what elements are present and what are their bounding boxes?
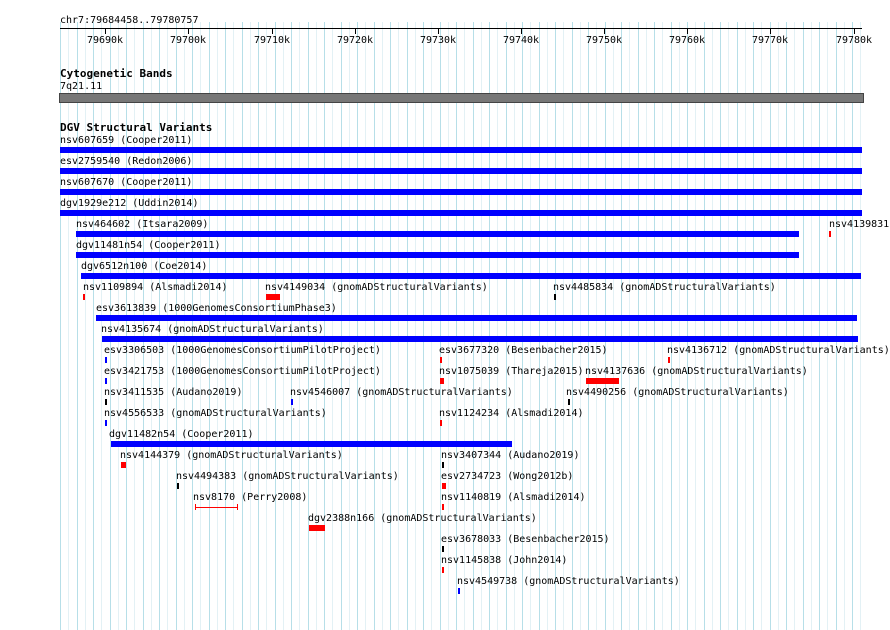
feature-glyph[interactable]	[266, 294, 280, 300]
feature-glyph[interactable]	[440, 378, 444, 384]
ruler-tick-mark	[272, 29, 273, 34]
feature-label[interactable]: nsv1075039 (Thareja2015)	[439, 366, 584, 377]
feature-glyph[interactable]	[81, 273, 861, 279]
feature-label[interactable]: nsv4549738 (gnomADStructuralVariants)	[457, 576, 680, 587]
feature-glyph[interactable]	[102, 336, 858, 342]
feature-label[interactable]: nsv4494383 (gnomADStructuralVariants)	[176, 471, 399, 482]
ruler-tick-mark	[687, 29, 688, 34]
feature-glyph[interactable]	[442, 504, 444, 510]
ruler-tick-label: 79720k	[336, 35, 374, 46]
feature-label[interactable]: nsv464602 (Itsara2009)	[76, 219, 208, 230]
feature-label[interactable]: nsv1140819 (Alsmadi2014)	[441, 492, 586, 503]
ruler-tick-label: 79750k	[585, 35, 623, 46]
ruler-tick-mark	[438, 29, 439, 34]
cytoband-track-title: Cytogenetic Bands	[60, 67, 173, 80]
feature-glyph[interactable]	[60, 168, 862, 174]
feature-glyph[interactable]	[105, 420, 107, 426]
feature-glyph[interactable]	[105, 378, 107, 384]
feature-glyph-cap	[195, 504, 196, 510]
feature-glyph-line	[195, 507, 238, 508]
feature-glyph[interactable]	[60, 210, 862, 216]
feature-glyph[interactable]	[668, 357, 670, 363]
feature-glyph[interactable]	[105, 399, 107, 405]
feature-label[interactable]: esv2734723 (Wong2012b)	[441, 471, 573, 482]
ruler-tick-label: 79710k	[253, 35, 291, 46]
ruler-tick-label: 79760k	[668, 35, 706, 46]
feature-glyph[interactable]	[442, 462, 444, 468]
feature-glyph[interactable]	[442, 546, 444, 552]
feature-glyph[interactable]	[111, 441, 512, 447]
feature-glyph[interactable]	[442, 483, 446, 489]
feature-label[interactable]: nsv4135674 (gnomADStructuralVariants)	[101, 324, 324, 335]
ruler-line	[60, 28, 862, 29]
ruler-tick-mark	[521, 29, 522, 34]
ruler-location: chr7:79684458..79780757	[60, 15, 199, 26]
feature-glyph[interactable]	[195, 504, 238, 510]
feature-label[interactable]: nsv1145838 (John2014)	[441, 555, 567, 566]
feature-glyph[interactable]	[554, 294, 556, 300]
feature-glyph[interactable]	[458, 588, 460, 594]
feature-label[interactable]: nsv3411535 (Audano2019)	[104, 387, 242, 398]
feature-label[interactable]: nsv4136712 (gnomADStructuralVariants)	[667, 345, 890, 356]
feature-glyph[interactable]	[76, 231, 799, 237]
ruler-tick-label: 79690k	[86, 35, 124, 46]
feature-label[interactable]: dgv11481n54 (Cooper2011)	[76, 240, 221, 251]
feature-label[interactable]: esv2759540 (Redon2006)	[60, 156, 192, 167]
feature-glyph[interactable]	[83, 294, 85, 300]
feature-label[interactable]: nsv1124234 (Alsmadi2014)	[439, 408, 584, 419]
feature-glyph[interactable]	[829, 231, 831, 237]
ruler-tick-label: 79740k	[502, 35, 540, 46]
feature-label[interactable]: dgv2388n166 (gnomADStructuralVariants)	[308, 513, 537, 524]
feature-glyph[interactable]	[121, 462, 126, 468]
feature-label[interactable]: esv3677320 (Besenbacher2015)	[439, 345, 608, 356]
ruler-tick-label: 79730k	[419, 35, 457, 46]
ruler-tick-label: 79700k	[169, 35, 207, 46]
feature-label[interactable]: nsv4556533 (gnomADStructuralVariants)	[104, 408, 327, 419]
feature-label[interactable]: nsv4139831	[829, 219, 889, 230]
ruler-tick-mark	[854, 29, 855, 34]
feature-label[interactable]: nsv4137636 (gnomADStructuralVariants)	[585, 366, 808, 377]
feature-glyph[interactable]	[60, 189, 862, 195]
feature-glyph[interactable]	[291, 399, 293, 405]
feature-glyph[interactable]	[440, 357, 442, 363]
feature-label[interactable]: esv3421753 (1000GenomesConsortiumPilotPr…	[104, 366, 381, 377]
feature-label[interactable]: nsv607670 (Cooper2011)	[60, 177, 192, 188]
feature-glyph[interactable]	[568, 399, 570, 405]
ruler-tick-mark	[188, 29, 189, 34]
feature-glyph-cap	[237, 504, 238, 510]
ruler-tick-mark	[105, 29, 106, 34]
feature-glyph[interactable]	[105, 357, 107, 363]
ruler-tick-mark	[355, 29, 356, 34]
feature-label[interactable]: dgv6512n100 (Coe2014)	[81, 261, 207, 272]
cytoband-bar[interactable]	[59, 93, 864, 103]
feature-label[interactable]: nsv607659 (Cooper2011)	[60, 135, 192, 146]
feature-label[interactable]: dgv1929e212 (Uddin2014)	[60, 198, 198, 209]
feature-label[interactable]: esv3306503 (1000GenomesConsortiumPilotPr…	[104, 345, 381, 356]
ruler-tick-label: 79780k	[835, 35, 873, 46]
feature-glyph[interactable]	[60, 147, 862, 153]
feature-label[interactable]: nsv4149034 (gnomADStructuralVariants)	[265, 282, 488, 293]
feature-label[interactable]: dgv11482n54 (Cooper2011)	[109, 429, 254, 440]
feature-label[interactable]: nsv3407344 (Audano2019)	[441, 450, 579, 461]
ruler-tick-mark	[770, 29, 771, 34]
feature-label[interactable]: esv3613839 (1000GenomesConsortiumPhase3)	[96, 303, 337, 314]
feature-glyph[interactable]	[440, 420, 442, 426]
feature-label[interactable]: nsv4490256 (gnomADStructuralVariants)	[566, 387, 789, 398]
feature-glyph[interactable]	[76, 252, 799, 258]
ruler-tick-label: 79770k	[751, 35, 789, 46]
feature-label[interactable]: nsv4546007 (gnomADStructuralVariants)	[290, 387, 513, 398]
feature-glyph[interactable]	[586, 378, 619, 384]
feature-glyph[interactable]	[309, 525, 325, 531]
feature-label[interactable]: nsv8170 (Perry2008)	[193, 492, 307, 503]
feature-label[interactable]: nsv4144379 (gnomADStructuralVariants)	[120, 450, 343, 461]
ruler-tick-mark	[604, 29, 605, 34]
feature-glyph[interactable]	[177, 483, 179, 489]
feature-glyph[interactable]	[442, 567, 444, 573]
feature-label[interactable]: esv3678033 (Besenbacher2015)	[441, 534, 610, 545]
feature-label[interactable]: nsv1109894 (Alsmadi2014)	[83, 282, 228, 293]
dgv-track-title: DGV Structural Variants	[60, 121, 213, 134]
cytoband-label: 7q21.11	[60, 81, 103, 92]
feature-label[interactable]: nsv4485834 (gnomADStructuralVariants)	[553, 282, 776, 293]
feature-glyph[interactable]	[96, 315, 857, 321]
